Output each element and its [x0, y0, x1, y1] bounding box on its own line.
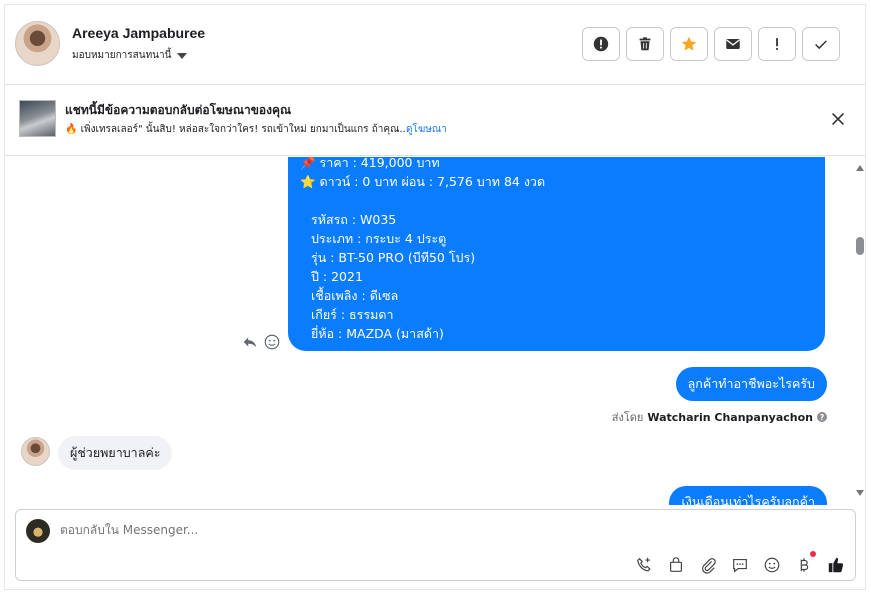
view-ad-link[interactable]: ดูโฆษณา	[406, 122, 447, 137]
listing-line: ประเภท : กระบะ 4 ประตู	[311, 231, 447, 246]
listing-line: ยี่ห้อ : MAZDA (มาสด้า)	[311, 326, 444, 341]
ad-banner-title: แชทนี้มีข้อความตอบกลับต่อโฆษณาของคุณ	[65, 103, 292, 117]
reply-icon[interactable]	[241, 333, 259, 351]
scroll-thumb[interactable]	[856, 237, 864, 255]
contact-name[interactable]: Areeya Jampaburee	[72, 25, 205, 41]
envelope-icon	[726, 39, 740, 49]
header-actions	[582, 27, 840, 61]
close-icon[interactable]	[829, 110, 847, 128]
info-icon[interactable]: ?	[817, 412, 827, 422]
listing-line: 📌 ราคา : 419,000 บาท	[300, 157, 440, 170]
star-icon	[681, 36, 697, 51]
star-button[interactable]	[670, 27, 708, 61]
emoji-icon	[764, 557, 780, 573]
listing-line: รุ่น : BT-50 PRO (บีที50 โปร)	[311, 250, 476, 265]
mark-done-button[interactable]	[802, 27, 840, 61]
check-icon	[815, 40, 827, 50]
exclamation-circle-icon	[593, 36, 609, 52]
listing-message-bubble[interactable]: 📌 ราคา : 419,000 บาท ⭐ ดาวน์ : 0 บาท ผ่อ…	[288, 157, 825, 351]
message-hover-actions	[241, 333, 281, 351]
listing-line: เชื้อเพลิง : ดีเซล	[311, 288, 399, 303]
exclamation-icon	[776, 38, 778, 50]
listing-line: ปี : 2021	[311, 269, 363, 284]
shop-button[interactable]	[667, 556, 685, 574]
attach-button[interactable]	[699, 556, 717, 574]
contact-avatar[interactable]	[15, 21, 60, 66]
emoji-button[interactable]	[763, 556, 781, 574]
contact-avatar-small	[21, 437, 50, 466]
listing-line: ⭐ ดาวน์ : 0 บาท ผ่อน : 7,576 บาท 84 งวด	[300, 174, 546, 189]
outgoing-message-bubble[interactable]: ลูกค้าทำอาชีพอะไรครับ	[675, 367, 827, 401]
emoji-icon[interactable]	[263, 333, 281, 351]
page-avatar	[26, 519, 50, 543]
call-button[interactable]	[635, 556, 653, 574]
trash-icon	[639, 37, 651, 51]
scroll-up-arrow-icon[interactable]	[856, 165, 864, 171]
assign-conversation-dropdown[interactable]: มอบหมายการสนทนานี้	[72, 48, 188, 63]
delete-button[interactable]	[626, 27, 664, 61]
saved-replies-button[interactable]	[731, 556, 749, 574]
mark-spam-button[interactable]	[582, 27, 620, 61]
ad-thumbnail[interactable]	[19, 100, 56, 137]
follow-up-button[interactable]	[758, 27, 796, 61]
incoming-message-bubble[interactable]: ผู้ช่วยพยาบาลค่ะ	[58, 436, 173, 470]
phone-plus-icon	[637, 557, 651, 572]
thread-scrollbar[interactable]	[853, 157, 865, 505]
outgoing-message-bubble[interactable]: เงินเดือนเท่าไรครับลูกค้า	[669, 486, 827, 505]
inbox-conversation-panel: Areeya Jampaburee มอบหมายการสนทนานี้ แชท…	[4, 4, 866, 590]
composer-toolbar	[635, 551, 845, 574]
sent-by-label: ส่งโดย Watcharin Chanpanyachon ?	[612, 408, 827, 426]
reply-input[interactable]	[60, 523, 760, 537]
message-composer	[15, 509, 856, 581]
ad-banner-description: 🔥 เพิ่งเทรลเลอร์" นั้นสิบ! หล่อสะใจกว่าใ…	[65, 124, 409, 135]
listing-line: เกียร์ : ธรรมดา	[311, 307, 394, 322]
ad-reply-banner: แชทนี้มีข้อความตอบกลับต่อโฆษณาของคุณ 🔥 เ…	[5, 86, 865, 156]
sent-by-name: Watcharin Chanpanyachon	[647, 410, 813, 424]
baht-icon	[800, 558, 809, 572]
listing-line	[300, 191, 813, 210]
conversation-header: Areeya Jampaburee มอบหมายการสนทนานี้	[5, 5, 865, 85]
message-thread[interactable]: 📌 ราคา : 419,000 บาท ⭐ ดาวน์ : 0 บาท ผ่อ…	[5, 157, 865, 505]
mark-unread-button[interactable]	[714, 27, 752, 61]
listing-line: รหัสรถ : W035	[311, 212, 397, 227]
notification-dot	[810, 551, 816, 557]
paperclip-icon	[702, 558, 716, 574]
thumbs-up-icon	[828, 557, 844, 573]
payment-button[interactable]	[795, 551, 816, 574]
sent-by-prefix: ส่งโดย	[611, 411, 644, 424]
caret-down-icon	[177, 52, 188, 59]
shopping-bag-icon	[670, 557, 682, 572]
like-button[interactable]	[827, 556, 845, 574]
scroll-down-arrow-icon[interactable]	[856, 490, 864, 496]
assign-label: มอบหมายการสนทนานี้	[72, 50, 172, 61]
chat-bubble-icon	[733, 559, 747, 573]
